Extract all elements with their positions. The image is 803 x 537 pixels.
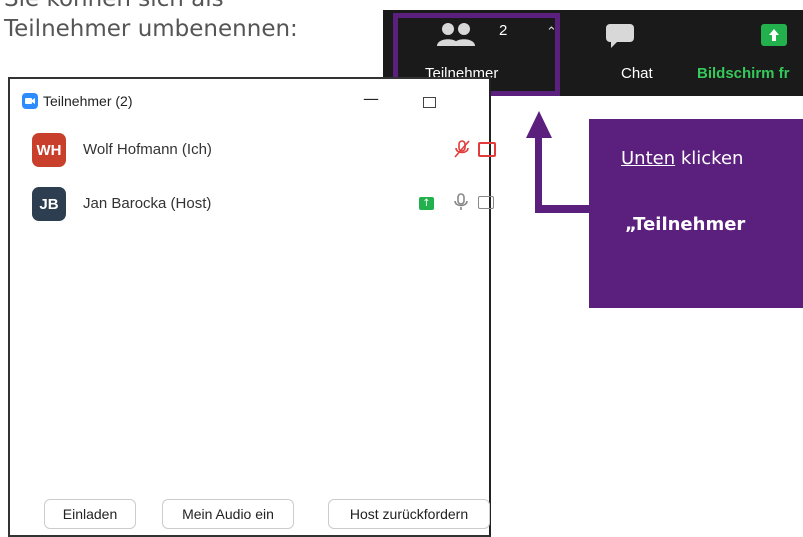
mic-muted-icon[interactable] bbox=[453, 140, 471, 162]
chat-button[interactable]: Chat bbox=[588, 10, 668, 96]
video-icon[interactable] bbox=[478, 196, 494, 209]
invite-button[interactable]: Einladen bbox=[44, 499, 136, 529]
participant-row[interactable]: JB Jan Barocka (Host) ↑ bbox=[10, 187, 494, 227]
sharing-icon: ↑ bbox=[419, 197, 434, 210]
participant-name: Wolf Hofmann (Ich) bbox=[83, 141, 212, 158]
intro-text-line-2: Teilnehmer umbenennen: bbox=[4, 16, 298, 42]
share-screen-icon bbox=[761, 24, 787, 46]
callout-underlined-word: Unten bbox=[621, 148, 676, 169]
arrow-head bbox=[526, 111, 552, 138]
callout-line-2: „Teilnehmer bbox=[625, 214, 746, 235]
reclaim-host-button[interactable]: Host zurückfordern bbox=[328, 499, 490, 529]
share-screen-label: Bildschirm fr bbox=[697, 65, 790, 82]
minimize-icon[interactable]: — bbox=[363, 89, 379, 108]
mic-icon[interactable] bbox=[452, 193, 470, 215]
participants-panel: Teilnehmer (2) — WH Wolf Hofmann (Ich) J… bbox=[8, 77, 496, 537]
callout-line-1-rest: klicken bbox=[675, 148, 744, 169]
panel-title: Teilnehmer (2) bbox=[43, 93, 133, 109]
arrow-line-horizontal bbox=[535, 205, 589, 213]
avatar: WH bbox=[32, 133, 66, 167]
share-screen-button[interactable]: Bildschirm fr bbox=[683, 10, 803, 96]
avatar: JB bbox=[32, 187, 66, 221]
zoom-logo-icon bbox=[22, 93, 38, 109]
callout-line-1: Unten klicken bbox=[621, 148, 743, 169]
instruction-callout: Unten klicken „Teilnehmer bbox=[589, 119, 803, 308]
participant-row[interactable]: WH Wolf Hofmann (Ich) bbox=[10, 133, 496, 173]
intro-text-line-1: Sie können sich als bbox=[4, 0, 224, 12]
arrow-line-vertical bbox=[535, 136, 542, 213]
video-off-icon[interactable] bbox=[478, 142, 496, 157]
chat-icon bbox=[606, 24, 634, 48]
chat-label: Chat bbox=[621, 65, 653, 82]
participant-name: Jan Barocka (Host) bbox=[83, 195, 212, 212]
join-audio-button[interactable]: Mein Audio ein bbox=[162, 499, 294, 529]
maximize-icon[interactable] bbox=[423, 97, 436, 108]
